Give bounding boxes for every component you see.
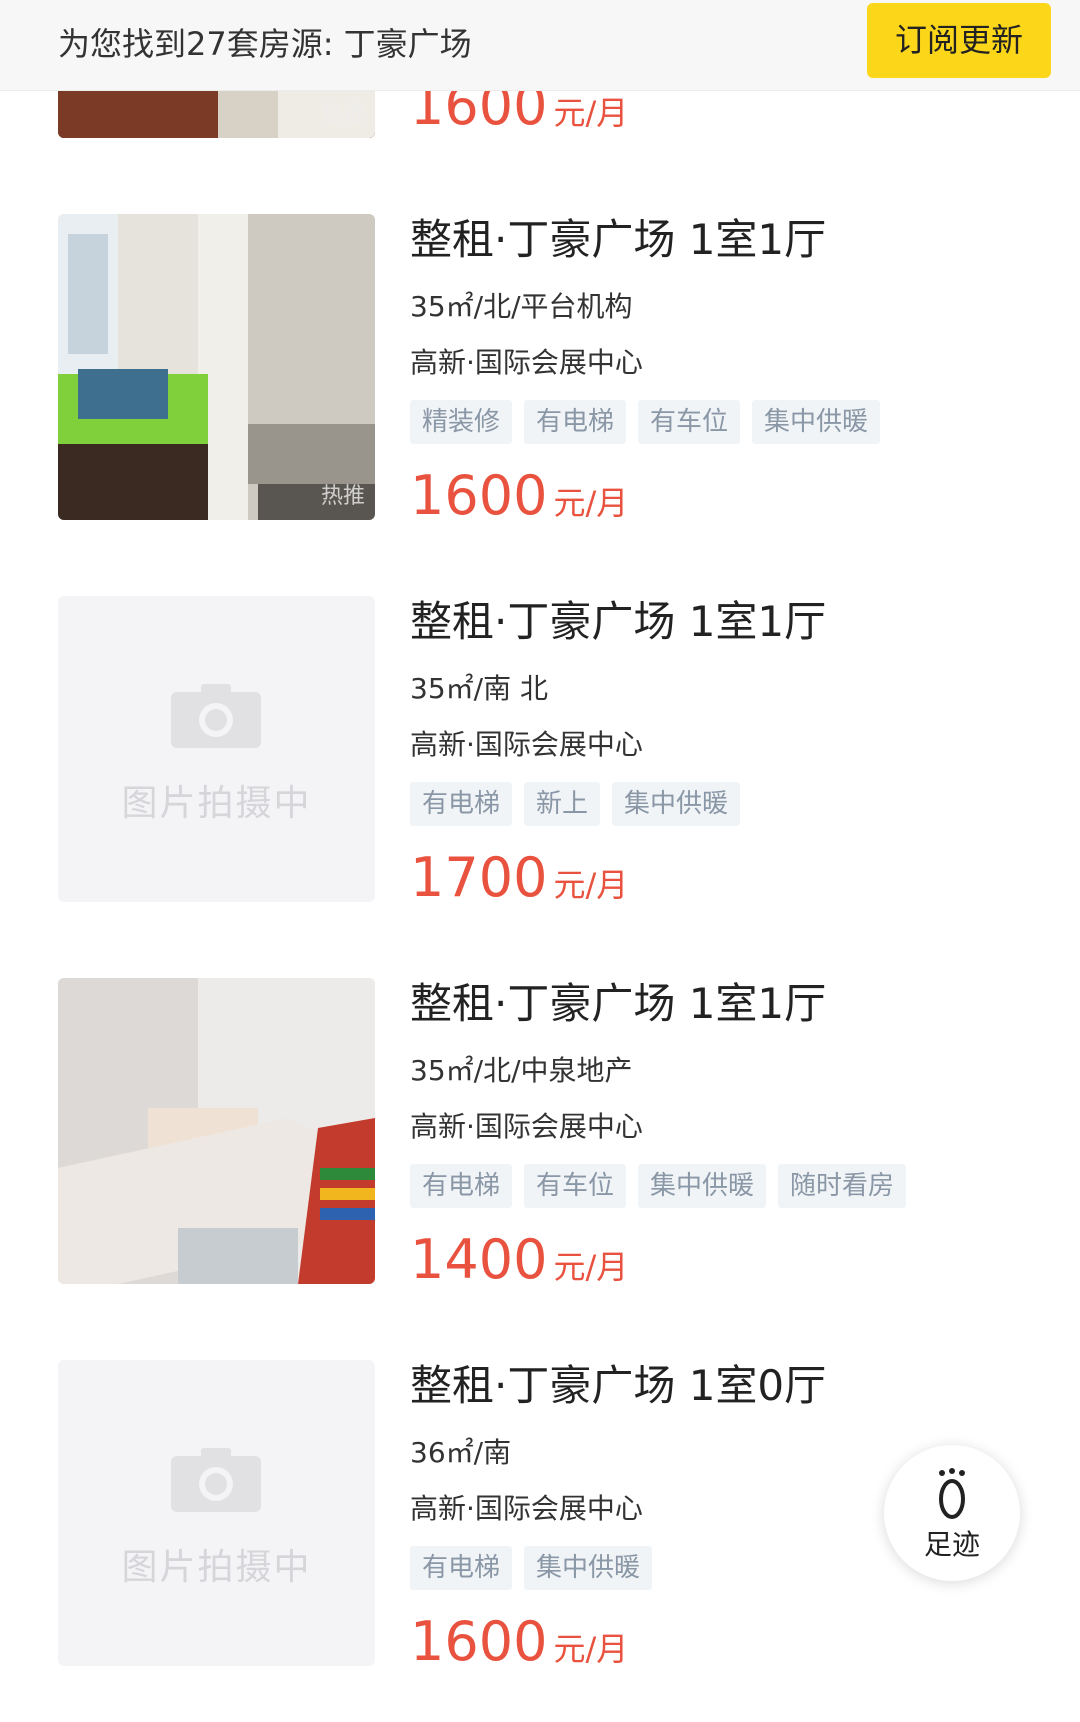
camera-icon xyxy=(171,1448,261,1512)
listing-photo-placeholder: 图片拍摄中 xyxy=(58,1360,375,1666)
listing-spec: 35㎡/南 北 xyxy=(410,672,548,705)
camera-icon xyxy=(171,684,261,748)
listing-location: 高新·国际会展中心 xyxy=(410,728,643,761)
listing-photo xyxy=(58,978,375,1284)
listing-title: 整租·丁豪广场 1室0厅 xyxy=(410,1361,827,1410)
listing-tags: 有电梯 新上 集中供暖 xyxy=(410,782,826,826)
listing-tag: 新上 xyxy=(524,782,601,826)
listing-price: 1600 元/月 xyxy=(410,1610,629,1673)
placeholder-text: 图片拍摄中 xyxy=(121,783,312,824)
result-count-text: 为您找到27套房源: 丁豪广场 xyxy=(58,25,472,63)
listing-location: 高新·国际会展中心 xyxy=(410,1110,643,1143)
hot-badge: 热推 xyxy=(320,102,365,127)
listing-tag: 有电梯 xyxy=(410,782,513,826)
listing-tags: 精装修 有电梯 有车位 集中供暖 xyxy=(410,400,892,444)
footprint-button[interactable]: 足迹 xyxy=(884,1445,1020,1581)
listing-spec: 35㎡/北/平台机构 xyxy=(410,290,633,323)
footprint-icon xyxy=(939,1468,965,1519)
listing-tag: 随时看房 xyxy=(778,1164,907,1208)
listing-tag: 有电梯 xyxy=(410,1164,513,1208)
listing-title: 整租·丁豪广场 1室1厅 xyxy=(410,979,827,1028)
listing-spec: 35㎡/北/中泉地产 xyxy=(410,1054,633,1087)
listing-tag: 精装修 xyxy=(410,400,513,444)
listing-tags: 有电梯 有车位 集中供暖 随时看房 xyxy=(410,1164,918,1208)
listing-item[interactable]: 整租·丁豪广场 1室1厅 35㎡/北/中泉地产 高新·国际会展中心 有电梯 有车位… xyxy=(0,978,1080,1291)
listing-tag: 有电梯 xyxy=(410,1546,513,1590)
subscribe-button[interactable]: 订阅更新 xyxy=(867,3,1051,78)
listing-item[interactable]: 热推 整租·丁豪广场 1室1厅 35㎡/北/平台机构 高新·国际会展中心 精装修… xyxy=(0,214,1080,527)
listing-photo: 热推 xyxy=(58,214,375,520)
listing-tag: 有车位 xyxy=(524,1164,627,1208)
listing-tag: 有车位 xyxy=(638,400,741,444)
listing-tags: 有电梯 集中供暖 xyxy=(410,1546,826,1590)
listing-title: 整租·丁豪广场 1室1厅 xyxy=(410,597,827,646)
hot-badge: 热推 xyxy=(320,484,365,509)
listing-price: 1700 元/月 xyxy=(410,846,629,909)
listing-price: 1400 元/月 xyxy=(410,1228,629,1291)
listing-location: 高新·国际会展中心 xyxy=(410,346,643,379)
listing-tag: 集中供暖 xyxy=(752,400,881,444)
listing-price: 1600 元/月 xyxy=(410,464,629,527)
listing-photo-placeholder: 图片拍摄中 xyxy=(58,596,375,902)
listing-item[interactable]: 图片拍摄中 整租·丁豪广场 1室1厅 35㎡/南 北 高新·国际会展中心 有电梯… xyxy=(0,596,1080,909)
listing-spec: 36㎡/南 xyxy=(410,1436,512,1469)
listing-title: 整租·丁豪广场 1室1厅 xyxy=(410,215,827,264)
result-header: 为您找到27套房源: 丁豪广场 订阅更新 xyxy=(0,0,1080,90)
listing-tag: 集中供暖 xyxy=(612,782,741,826)
listing-location: 高新·国际会展中心 xyxy=(410,1492,643,1525)
placeholder-text: 图片拍摄中 xyxy=(121,1547,312,1588)
listing-tag: 集中供暖 xyxy=(524,1546,653,1590)
listing-tag: 有电梯 xyxy=(524,400,627,444)
footprint-label: 足迹 xyxy=(923,1528,980,1561)
listing-tag: 集中供暖 xyxy=(638,1164,767,1208)
